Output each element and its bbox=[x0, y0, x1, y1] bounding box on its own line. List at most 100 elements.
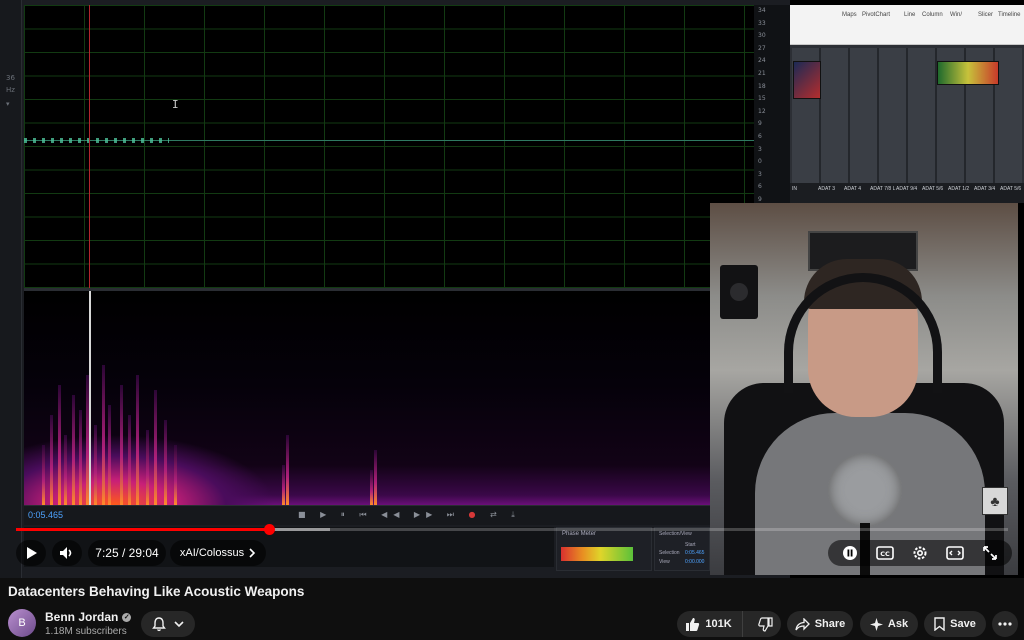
channel-avatar[interactable]: B bbox=[8, 609, 36, 637]
phase-meter-title: Phase Meter bbox=[562, 531, 597, 537]
share-icon bbox=[795, 617, 810, 631]
play-icon bbox=[27, 547, 37, 559]
waveform-panel bbox=[24, 5, 754, 288]
more-icon bbox=[998, 622, 1012, 626]
spectrogram-band bbox=[120, 385, 123, 505]
db-tick-label: 18 bbox=[758, 82, 766, 90]
mixer-channel-label: IN bbox=[792, 186, 797, 192]
spectrogram-playhead bbox=[89, 291, 91, 505]
selection-view-panel: Selection/View Start Selection 0:05.465 … bbox=[654, 527, 710, 571]
start-label: Start bbox=[685, 542, 696, 548]
share-button[interactable]: Share bbox=[787, 611, 853, 637]
settings-button[interactable] bbox=[905, 540, 935, 566]
mixer-ribbon: Maps PivotChart Line Column Win/Slicer Timeli… bbox=[790, 5, 1024, 45]
autoplay-toggle[interactable] bbox=[835, 540, 865, 566]
save-label: Save bbox=[950, 618, 976, 630]
mixer-channel-label: ADAT 1/2 bbox=[948, 186, 970, 192]
db-tick-label: 27 bbox=[758, 44, 766, 52]
ask-sparkle-icon bbox=[869, 617, 883, 631]
spectrogram-band bbox=[370, 470, 373, 505]
spectrogram-band bbox=[102, 365, 105, 505]
spectrogram-band bbox=[154, 390, 157, 505]
spectrogram-band bbox=[42, 445, 45, 505]
db-tick-label: 33 bbox=[758, 19, 766, 27]
channel-name: Benn Jordan bbox=[45, 610, 119, 624]
video-player[interactable]: 36 Hz ▾ I 343330272421181512963036912151… bbox=[0, 0, 1024, 578]
mixer-channel-label: ADAT 7/8 L bbox=[870, 186, 896, 192]
like-button[interactable]: 101K bbox=[675, 611, 743, 637]
editor-left-strip: 36 Hz ▾ bbox=[0, 0, 22, 578]
video-frame-audio-editor: 36 Hz ▾ I 343330272421181512963036912151… bbox=[0, 0, 790, 578]
spectrogram-band bbox=[164, 420, 167, 505]
like-dislike-group: 101K bbox=[677, 611, 781, 637]
spectrogram-band bbox=[108, 405, 111, 505]
thumbs-up-icon bbox=[686, 617, 700, 631]
mixer-ribbon-item: Maps bbox=[842, 12, 857, 18]
closed-captions-icon: CC bbox=[875, 546, 894, 560]
spectrogram-band bbox=[58, 385, 61, 505]
captions-button[interactable]: CC bbox=[870, 540, 900, 566]
play-button[interactable] bbox=[16, 540, 46, 566]
db-tick-label: 9 bbox=[758, 120, 762, 128]
settings-icon bbox=[913, 546, 927, 560]
tree-logo-icon: ♣ bbox=[982, 487, 1008, 515]
player-right-controls: CC bbox=[828, 540, 1012, 566]
editor-timebar: 0:05.465 ■ ▶ ⏸ ⏮ ◀◀ ▶▶ ⏭ ● ⇄ ⤓ bbox=[24, 505, 710, 525]
fullscreen-button[interactable] bbox=[975, 540, 1005, 566]
mixer-channel-label: ADAT 5/6 bbox=[922, 186, 944, 192]
time-total: 29:04 bbox=[128, 546, 159, 560]
mixer-ribbon-item: Column bbox=[922, 12, 943, 18]
save-icon bbox=[934, 617, 945, 631]
db-tick-label: 12 bbox=[758, 107, 766, 115]
editor-transport-controls: ■ ▶ ⏸ ⏮ ◀◀ ▶▶ ⏭ ● ⇄ ⤓ bbox=[298, 510, 521, 519]
mixer-ribbon-item: Timeline bbox=[998, 12, 1021, 18]
volume-button[interactable] bbox=[52, 540, 82, 566]
mixer-ribbon-item: Win/ bbox=[950, 12, 962, 18]
thumbs-down-icon bbox=[757, 616, 773, 632]
bell-icon bbox=[152, 616, 166, 631]
time-display: 7:25 / 29:04 bbox=[88, 540, 166, 566]
mixer-eq-display-2 bbox=[937, 61, 999, 85]
progress-played bbox=[16, 528, 270, 531]
db-tick-label: 15 bbox=[758, 95, 766, 103]
waveform-playhead bbox=[89, 5, 90, 288]
progress-bar[interactable] bbox=[16, 524, 1008, 535]
channel-name-link[interactable]: Benn Jordan ✓ bbox=[45, 610, 132, 624]
db-tick-label: 24 bbox=[758, 57, 766, 65]
view-label: View bbox=[659, 559, 670, 565]
spectrogram-band bbox=[286, 435, 289, 505]
mixer-channel-label: ADAT 5/6 bbox=[1000, 186, 1022, 192]
db-tick-label: 0 bbox=[758, 158, 762, 166]
spectrogram-band bbox=[146, 430, 149, 505]
selection-value: 0:05.465 bbox=[685, 550, 705, 556]
time-separator: / bbox=[118, 546, 129, 560]
db-tick-label: 6 bbox=[758, 133, 762, 140]
selection-label: Selection bbox=[659, 550, 680, 556]
db-tick-label: 30 bbox=[758, 32, 766, 40]
view-value: 0:00.000 bbox=[685, 559, 705, 565]
dislike-button[interactable] bbox=[748, 611, 783, 637]
mixer-ribbon-item: Slicer bbox=[978, 12, 994, 18]
phase-meter-panel: Phase Meter bbox=[556, 527, 652, 571]
waveform-transients bbox=[24, 138, 169, 143]
miniplayer-icon bbox=[946, 546, 964, 560]
spectrogram-band bbox=[174, 445, 177, 505]
db-tick-label: 34 bbox=[758, 7, 766, 14]
chevron-right-icon bbox=[249, 548, 256, 558]
more-actions-button[interactable] bbox=[992, 611, 1018, 637]
chapter-button[interactable]: xAI/Colossus bbox=[170, 540, 266, 566]
db-tick-label: 21 bbox=[758, 70, 766, 77]
spectrogram-panel bbox=[24, 291, 710, 505]
volume-icon bbox=[60, 547, 72, 559]
text-cursor-icon: I bbox=[172, 98, 179, 111]
miniplayer-button[interactable] bbox=[940, 540, 970, 566]
spectrogram-band bbox=[282, 465, 285, 505]
spectrogram-band bbox=[72, 395, 75, 505]
save-button[interactable]: Save bbox=[924, 611, 986, 637]
webcam-overlay: ♣ bbox=[710, 203, 1018, 575]
spectrogram-band bbox=[136, 375, 139, 505]
db-tick-label: 6 bbox=[758, 183, 762, 191]
ask-button[interactable]: Ask bbox=[860, 611, 918, 637]
notifications-button[interactable] bbox=[141, 611, 195, 637]
spectrogram-band bbox=[79, 410, 82, 505]
